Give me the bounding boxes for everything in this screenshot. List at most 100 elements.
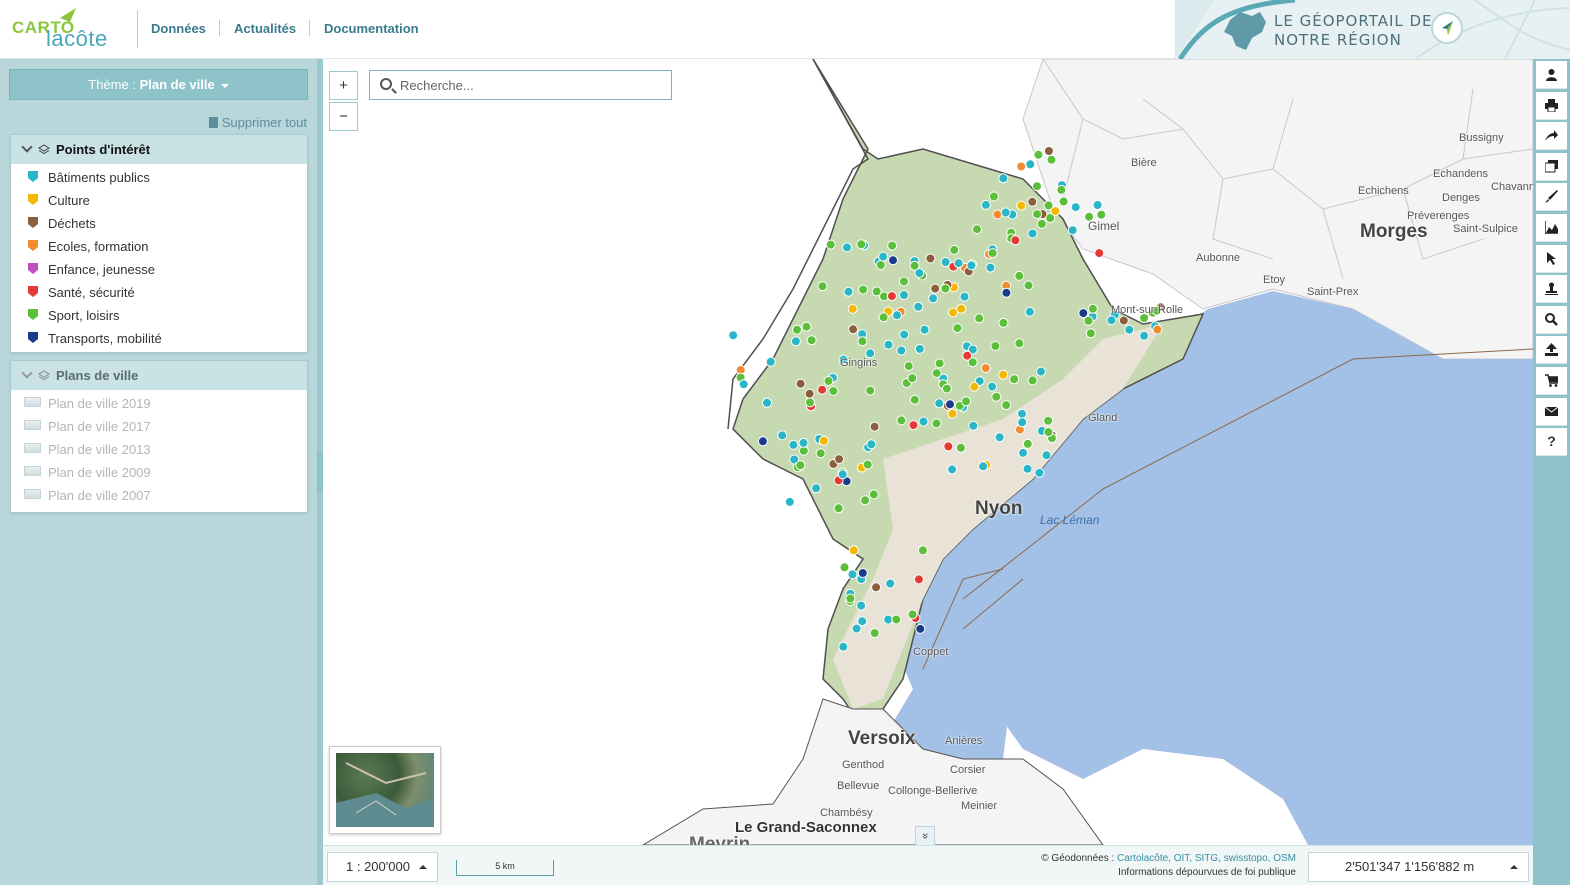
poi-marker[interactable]	[1027, 228, 1038, 239]
poi-marker[interactable]	[825, 239, 836, 250]
poi-marker[interactable]	[917, 545, 928, 556]
poi-marker[interactable]	[806, 335, 817, 346]
poi-marker[interactable]	[885, 578, 896, 589]
poi-marker[interactable]	[833, 503, 844, 514]
poi-marker[interactable]	[1023, 280, 1034, 291]
poi-marker[interactable]	[828, 386, 839, 396]
poi-marker[interactable]	[875, 260, 886, 270]
draw-tool-button[interactable]	[1536, 183, 1567, 212]
poi-marker[interactable]	[945, 399, 955, 410]
cartolacote-logo[interactable]: CARTO lacôte	[10, 6, 130, 54]
poi-marker[interactable]	[856, 600, 867, 611]
poi-marker[interactable]	[961, 396, 972, 407]
windows-tool-button[interactable]	[1536, 152, 1567, 181]
poi-marker[interactable]	[1118, 315, 1129, 326]
layer-group-header[interactable]: Points d'intérêt	[11, 135, 307, 164]
poi-marker[interactable]	[940, 283, 951, 294]
poi-marker[interactable]	[1001, 287, 1012, 298]
poi-marker[interactable]	[838, 641, 849, 652]
poi-marker[interactable]	[883, 614, 894, 625]
poi-marker[interactable]	[837, 469, 848, 480]
poi-marker[interactable]	[871, 582, 882, 593]
layer-item[interactable]: Sport, loisirs	[11, 303, 307, 326]
poi-marker[interactable]	[883, 339, 894, 350]
poi-marker[interactable]	[811, 483, 822, 494]
poi-marker[interactable]	[925, 253, 936, 264]
poi-marker[interactable]	[918, 416, 929, 427]
layer-item[interactable]: Plan de ville 2017	[11, 414, 307, 437]
poi-marker[interactable]	[1041, 450, 1052, 461]
poi-marker[interactable]	[860, 495, 871, 506]
poi-marker[interactable]	[940, 257, 951, 267]
poi-marker[interactable]	[1033, 149, 1044, 160]
poi-marker[interactable]	[987, 248, 998, 259]
poi-marker[interactable]	[1032, 209, 1043, 220]
help-tool-button[interactable]: ?	[1536, 428, 1567, 457]
poi-marker[interactable]	[972, 224, 982, 235]
basemap-switcher[interactable]	[329, 746, 441, 834]
theme-selector[interactable]: Thème : Plan de ville	[9, 69, 308, 100]
poi-marker[interactable]	[953, 258, 964, 269]
poi-marker[interactable]	[1018, 447, 1029, 458]
poi-marker[interactable]	[913, 574, 924, 585]
poi-marker[interactable]	[930, 283, 941, 294]
poi-marker[interactable]	[941, 383, 952, 394]
poi-marker[interactable]	[896, 415, 907, 426]
poi-marker[interactable]	[817, 281, 828, 292]
poi-marker[interactable]	[947, 408, 958, 419]
poi-marker[interactable]	[862, 459, 873, 470]
poi-marker[interactable]	[969, 381, 980, 392]
poi-marker[interactable]	[801, 321, 812, 332]
poi-marker[interactable]	[795, 378, 806, 389]
poi-marker[interactable]	[908, 420, 919, 431]
poi-marker[interactable]	[1043, 415, 1054, 426]
poi-marker[interactable]	[988, 191, 999, 202]
poi-marker[interactable]	[728, 330, 739, 341]
poi-marker[interactable]	[865, 385, 876, 396]
poi-marker[interactable]	[792, 324, 802, 335]
poi-marker[interactable]	[1027, 375, 1038, 386]
poi-marker[interactable]	[857, 568, 868, 578]
poi-marker[interactable]	[1096, 209, 1107, 220]
poi-marker[interactable]	[1036, 366, 1046, 377]
layer-item[interactable]: Plan de ville 2009	[11, 460, 307, 483]
poi-marker[interactable]	[871, 286, 882, 297]
clear-all-button[interactable]: Supprimer tout	[208, 115, 307, 130]
poi-marker[interactable]	[790, 336, 801, 347]
layer-item[interactable]: Santé, sécurité	[11, 280, 307, 303]
poi-marker[interactable]	[909, 394, 920, 405]
nav-donnees[interactable]: Données	[151, 21, 206, 36]
poi-marker[interactable]	[848, 324, 859, 335]
poi-marker[interactable]	[798, 437, 809, 448]
poi-marker[interactable]	[757, 436, 768, 447]
layer-item[interactable]: Enfance, jeunesse	[11, 257, 307, 280]
layer-item[interactable]: Plan de ville 2007	[11, 483, 307, 506]
poi-marker[interactable]	[892, 310, 902, 321]
poi-marker[interactable]	[847, 569, 858, 580]
poi-marker[interactable]	[886, 291, 897, 302]
poi-marker[interactable]	[842, 242, 852, 253]
poi-marker[interactable]	[991, 391, 1002, 402]
poi-marker[interactable]	[914, 343, 925, 354]
poi-marker[interactable]	[959, 291, 970, 302]
poi-marker[interactable]	[949, 244, 960, 255]
poi-marker[interactable]	[899, 276, 909, 287]
search-input[interactable]	[400, 76, 660, 94]
poi-marker[interactable]	[934, 358, 945, 369]
poi-marker[interactable]	[1046, 154, 1057, 165]
poi-marker[interactable]	[903, 361, 914, 372]
poi-marker[interactable]	[765, 356, 776, 367]
poi-marker[interactable]	[1014, 338, 1025, 349]
poi-marker[interactable]	[804, 388, 815, 399]
poi-marker[interactable]	[948, 307, 958, 318]
poi-marker[interactable]	[967, 357, 978, 368]
poi-marker[interactable]	[887, 240, 898, 251]
layer-item[interactable]: Déchets	[11, 211, 307, 234]
poi-marker[interactable]	[974, 313, 985, 324]
poi-marker[interactable]	[1000, 207, 1011, 218]
poi-marker[interactable]	[1056, 184, 1067, 195]
zoom-out-button[interactable]: −	[329, 102, 358, 131]
poi-marker[interactable]	[839, 562, 850, 573]
poi-marker[interactable]	[915, 623, 926, 634]
zoom-in-button[interactable]: +	[329, 71, 358, 100]
